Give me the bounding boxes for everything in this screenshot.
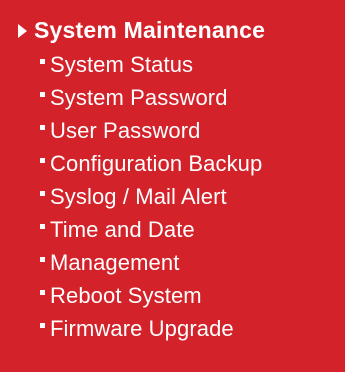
menu-item-time-and-date[interactable]: Time and Date — [0, 215, 345, 248]
menu-item-label: Management — [50, 250, 180, 275]
menu-item-user-password[interactable]: User Password — [0, 116, 345, 149]
menu-header-system-maintenance[interactable]: System Maintenance — [0, 14, 345, 48]
menu-item-label: System Status — [50, 52, 194, 77]
menu-item-firmware-upgrade[interactable]: Firmware Upgrade — [0, 314, 345, 347]
caret-right-icon — [18, 24, 27, 38]
menu-item-configuration-backup[interactable]: Configuration Backup — [0, 149, 345, 182]
menu-item-management[interactable]: Management — [0, 248, 345, 281]
menu-items-list: System Status System Password User Passw… — [0, 50, 345, 347]
menu-item-label: Configuration Backup — [50, 151, 263, 176]
menu-item-label: Reboot System — [50, 283, 202, 308]
menu-item-label: Syslog / Mail Alert — [50, 184, 227, 209]
square-bullet-icon — [40, 224, 45, 229]
menu-item-syslog-mail-alert[interactable]: Syslog / Mail Alert — [0, 182, 345, 215]
square-bullet-icon — [40, 290, 45, 295]
square-bullet-icon — [40, 59, 45, 64]
menu-header-label: System Maintenance — [34, 17, 266, 43]
menu-item-label: System Password — [50, 85, 228, 110]
square-bullet-icon — [40, 323, 45, 328]
square-bullet-icon — [40, 158, 45, 163]
system-maintenance-menu: System Maintenance System Status System … — [0, 0, 345, 372]
menu-item-label: User Password — [50, 118, 201, 143]
square-bullet-icon — [40, 92, 45, 97]
menu-item-system-password[interactable]: System Password — [0, 83, 345, 116]
menu-item-system-status[interactable]: System Status — [0, 50, 345, 83]
square-bullet-icon — [40, 125, 45, 130]
menu-item-label: Time and Date — [50, 217, 195, 242]
square-bullet-icon — [40, 191, 45, 196]
menu-item-reboot-system[interactable]: Reboot System — [0, 281, 345, 314]
square-bullet-icon — [40, 257, 45, 262]
menu-item-label: Firmware Upgrade — [50, 316, 234, 341]
